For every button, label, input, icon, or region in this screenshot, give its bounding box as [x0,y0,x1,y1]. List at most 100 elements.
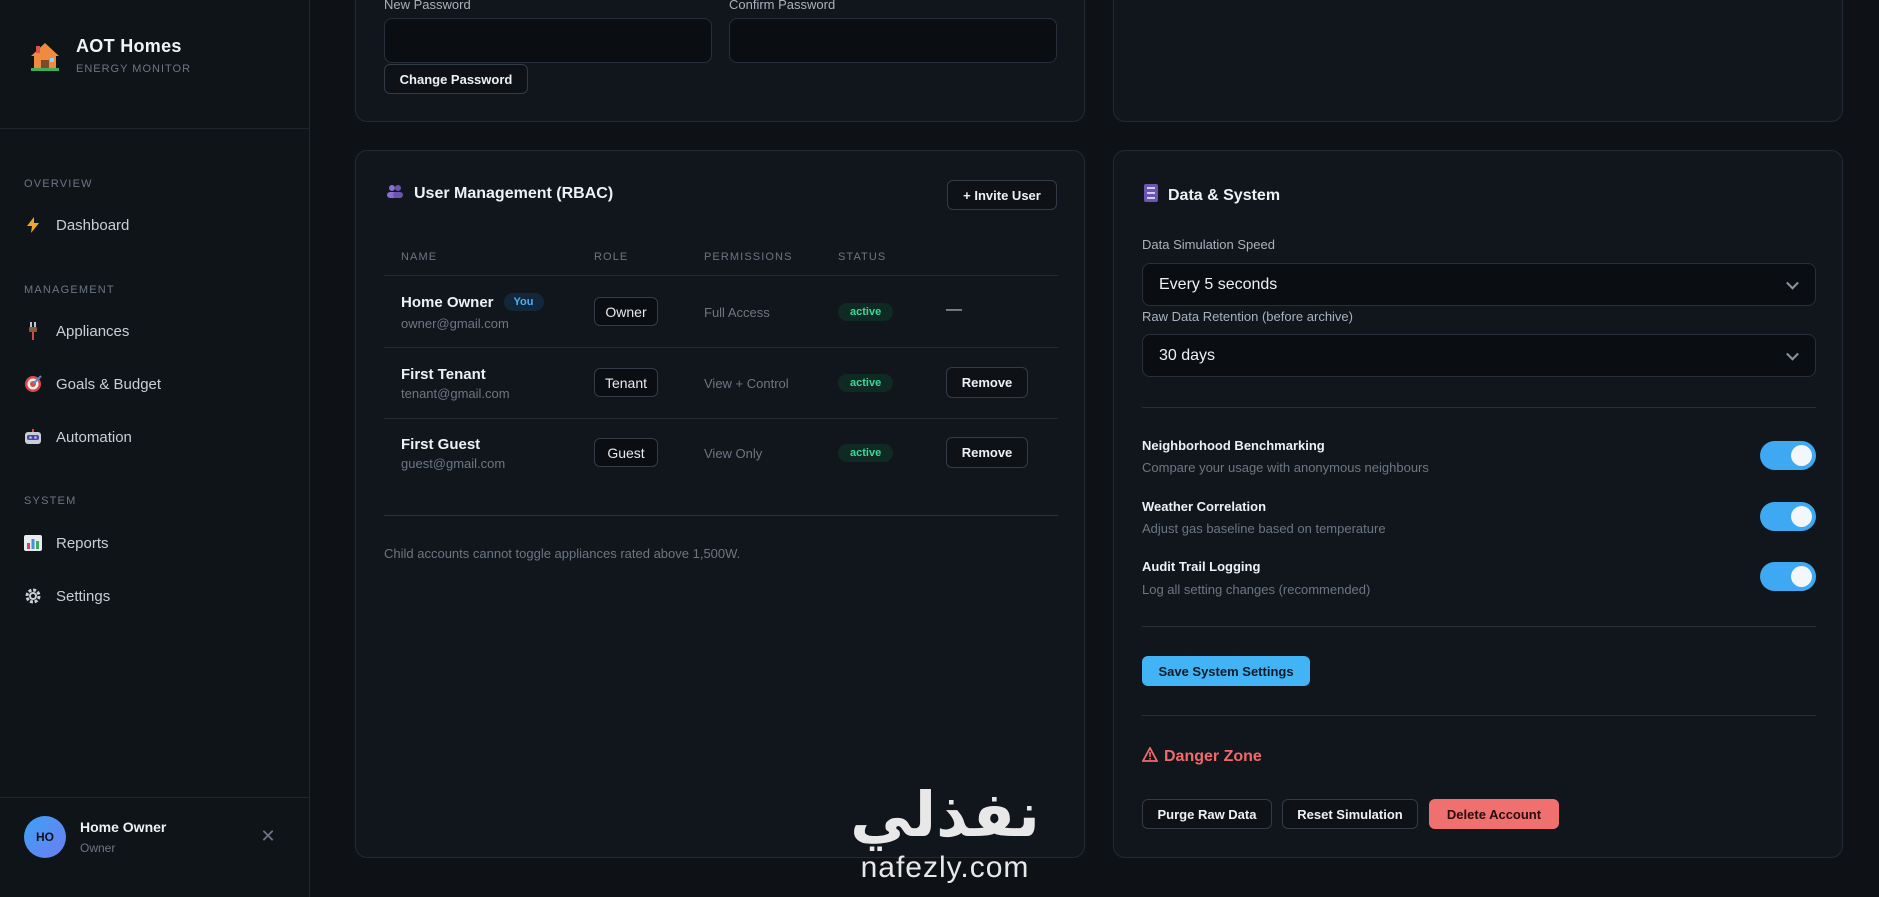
database-icon [1144,184,1158,207]
brand[interactable]: AOT Homes ENERGY MONITOR [28,36,191,75]
danger-zone-title: Danger Zone [1141,746,1262,767]
table-user-name: Home Owner [401,293,494,311]
status-badge: active [838,374,894,392]
sidebar-item-settings[interactable]: Settings [24,582,110,610]
status-badge: active [838,303,894,321]
option-title: Weather Correlation [1142,499,1267,514]
option-description: Compare your usage with anonymous neighb… [1142,460,1429,475]
row-divider [384,418,1058,419]
toggle-neighborhood-benchmarking[interactable] [1760,441,1816,470]
sidebar-item-automation[interactable]: Automation [24,423,132,451]
data-retention-select[interactable]: 30 days [1142,334,1816,377]
close-icon[interactable]: ✕ [258,826,278,846]
watermark-arabic: نفذلي [850,778,1040,851]
sidebar-item-label: Settings [56,587,111,605]
table-user-name: First Tenant [401,366,486,383]
reset-simulation-button[interactable]: Reset Simulation [1282,799,1418,829]
select-value: Every 5 seconds [1159,275,1278,293]
toggle-audit-trail-logging[interactable] [1760,562,1816,591]
no-action: — [946,301,962,318]
card-title-text: Data & System [1168,186,1281,204]
top-right-card [1113,0,1843,122]
column-header-name: NAME [401,251,438,263]
sidebar-divider [0,128,310,129]
plug-icon [24,322,42,340]
user-email: guest@gmail.com [401,456,506,471]
delete-account-button[interactable]: Delete Account [1429,799,1559,829]
bar-chart-icon [24,534,42,552]
section-divider [1142,715,1816,716]
warning-icon [1141,746,1159,767]
change-password-button[interactable]: Change Password [384,64,528,94]
row-divider [384,347,1058,348]
section-system: SYSTEM [24,495,77,507]
new-password-label: New Password [384,0,471,12]
permissions-cell: View + Control [704,376,789,391]
card-title-text: User Management (RBAC) [414,184,614,202]
brand-subtitle: ENERGY MONITOR [76,63,192,75]
user-profile[interactable]: HO Home Owner Owner [24,816,166,858]
role-select-owner[interactable]: Owner [594,297,658,326]
user-email: tenant@gmail.com [401,386,510,401]
user-name-cell: First Tenant [401,366,486,383]
simulation-speed-select[interactable]: Every 5 seconds [1142,263,1816,306]
data-system-card: Data & System Data Simulation Speed Ever… [1113,150,1843,858]
chevron-down-icon [1786,347,1799,361]
password-card: New Password Confirm Password Change Pas… [355,0,1085,122]
sidebar-item-label: Reports [56,534,109,552]
status-badge: active [838,444,894,462]
user-management-title: User Management (RBAC) [386,184,613,203]
watermark-latin: nafezly.com [860,851,1030,884]
table-user-name: First Guest [401,436,481,453]
sidebar-item-goals-budget[interactable]: Goals & Budget [24,370,161,398]
danger-zone-text: Danger Zone [1164,748,1262,765]
role-select-tenant[interactable]: Tenant [594,368,658,397]
data-system-title: Data & System [1144,184,1280,207]
permissions-cell: Full Access [704,305,770,320]
sidebar-item-label: Appliances [56,322,130,340]
user-email: owner@gmail.com [401,316,509,331]
save-system-settings-button[interactable]: Save System Settings [1142,656,1310,686]
user-name-cell: Home Owner You [401,293,544,311]
sidebar-item-label: Automation [56,428,132,446]
sidebar-item-label: Dashboard [56,216,130,234]
row-divider [384,275,1058,276]
target-icon [24,375,42,393]
speed-label: Data Simulation Speed [1142,237,1275,252]
remove-button[interactable]: Remove [946,437,1028,468]
remove-button[interactable]: Remove [946,367,1028,398]
column-header-status: STATUS [838,251,887,263]
confirm-password-label: Confirm Password [729,0,836,12]
toggle-weather-correlation[interactable] [1760,502,1816,531]
user-name-cell: First Guest [401,436,480,453]
sidebar-item-reports[interactable]: Reports [24,529,109,557]
section-divider [1142,407,1816,408]
sidebar-item-appliances[interactable]: Appliances [24,317,129,345]
permissions-cell: View Only [704,446,763,461]
section-management: MANAGEMENT [24,284,115,296]
user-management-card: User Management (RBAC) + Invite User NAM… [355,150,1085,858]
option-description: Log all setting changes (recommended) [1142,582,1371,597]
table-divider [384,515,1058,516]
option-title: Neighborhood Benchmarking [1142,438,1325,453]
user-name: Home Owner [80,819,167,835]
purge-raw-data-button[interactable]: Purge Raw Data [1142,799,1272,829]
new-password-field[interactable] [384,18,712,63]
select-value: 30 days [1159,346,1216,364]
section-overview: OVERVIEW [24,178,93,190]
column-header-role: ROLE [594,251,629,263]
column-header-permissions: PERMISSIONS [704,251,793,263]
confirm-password-field[interactable] [729,18,1057,63]
sidebar-item-label: Goals & Budget [56,375,162,393]
robot-icon [24,428,42,446]
role-select-guest[interactable]: Guest [594,438,658,467]
invite-user-button[interactable]: + Invite User [947,180,1057,210]
option-title: Audit Trail Logging [1142,559,1261,574]
gear-icon [24,587,42,605]
sidebar-item-dashboard[interactable]: Dashboard [24,211,129,239]
section-divider [1142,626,1816,627]
option-description: Adjust gas baseline based on temperature [1142,521,1386,536]
avatar: HO [24,816,66,858]
chevron-down-icon [1786,276,1799,290]
retention-label: Raw Data Retention (before archive) [1142,309,1353,324]
